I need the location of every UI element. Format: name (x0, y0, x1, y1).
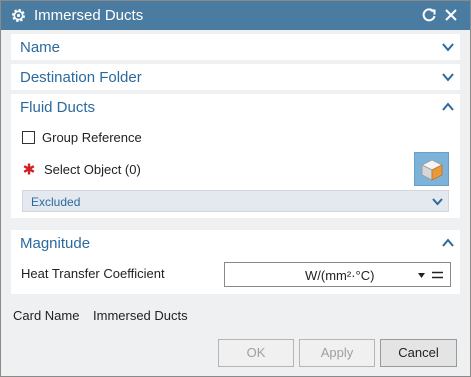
magnitude-label: Magnitude (20, 235, 91, 252)
select-object-label: Select Object (0) (44, 162, 141, 177)
dropdown-arrow-icon[interactable] (418, 273, 425, 278)
fluid-ducts-label: Fluid Ducts (20, 99, 96, 116)
heat-transfer-coefficient-label: Heat Transfer Coefficient (21, 266, 165, 281)
card-name-label: Card Name (13, 308, 80, 323)
group-reference-label: Group Reference (42, 130, 142, 145)
chevron-down-icon[interactable] (442, 72, 454, 82)
dialog-title: Immersed Ducts (34, 7, 144, 24)
chevron-up-icon[interactable] (442, 238, 454, 248)
fluid-ducts-section: Fluid Ducts Group Reference Select Objec… (11, 94, 460, 218)
close-icon[interactable] (444, 8, 458, 22)
card-name-row: Card Name Immersed Ducts (13, 308, 188, 323)
cancel-button[interactable]: Cancel (380, 339, 457, 367)
name-section: Name (11, 34, 460, 60)
title-bar: Immersed Ducts (1, 1, 470, 30)
select-object-button[interactable] (414, 152, 449, 186)
required-asterisk-icon (23, 163, 35, 175)
cube-icon (421, 159, 443, 181)
chevron-up-icon[interactable] (442, 102, 454, 112)
reset-icon[interactable] (421, 7, 437, 23)
heat-transfer-coefficient-input[interactable]: W/(mm²·°C) (224, 262, 451, 287)
name-section-label: Name (20, 39, 61, 56)
card-name-value: Immersed Ducts (93, 308, 188, 323)
excluded-label: Excluded (31, 195, 81, 209)
chevron-down-icon[interactable] (432, 197, 443, 206)
immersed-ducts-dialog: Immersed Ducts Name Destination Folder F… (0, 0, 471, 377)
apply-button[interactable]: Apply (299, 339, 375, 367)
fluid-ducts-header[interactable]: Fluid Ducts (11, 94, 460, 121)
destination-folder-section: Destination Folder (11, 64, 460, 90)
gear-icon (12, 9, 25, 22)
destination-folder-header[interactable]: Destination Folder (11, 64, 460, 91)
magnitude-header[interactable]: Magnitude (11, 230, 460, 257)
excluded-subsection-header[interactable]: Excluded (22, 190, 449, 212)
name-section-header[interactable]: Name (11, 34, 460, 61)
equals-icon[interactable] (432, 271, 443, 279)
heat-transfer-unit: W/(mm²·°C) (305, 268, 375, 283)
group-reference-checkbox[interactable] (22, 131, 35, 144)
magnitude-section: Magnitude Heat Transfer Coefficient W/(m… (11, 230, 460, 294)
chevron-down-icon[interactable] (442, 42, 454, 52)
destination-folder-label: Destination Folder (20, 69, 142, 86)
ok-button[interactable]: OK (218, 339, 294, 367)
